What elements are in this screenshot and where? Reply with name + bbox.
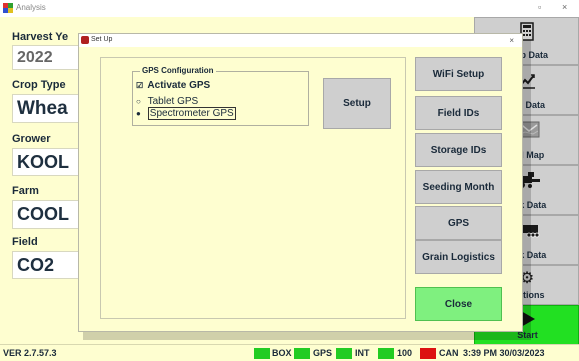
- window-title: Analysis: [16, 3, 46, 12]
- seeding-month-button[interactable]: Seeding Month: [415, 170, 502, 204]
- minimize-icon[interactable]: ▫: [538, 2, 541, 12]
- dialog-content-panel: GPS Configuration ☑ Activate GPS ○ Table…: [100, 57, 406, 319]
- window-close-icon[interactable]: ×: [562, 2, 567, 12]
- gps-button[interactable]: GPS: [415, 206, 502, 240]
- progress-indicator: [378, 348, 394, 359]
- checkbox-checked-icon: ☑: [136, 81, 144, 90]
- can-label: CAN: [439, 348, 459, 358]
- field-label: Field: [12, 236, 38, 248]
- app-icon: [3, 3, 13, 13]
- radio-selected-icon: ●: [136, 109, 141, 118]
- gps-setup-button[interactable]: Setup: [323, 78, 391, 129]
- close-button[interactable]: Close: [415, 287, 502, 321]
- crop-type-label: Crop Type: [12, 79, 66, 91]
- gps-config-legend: GPS Configuration: [140, 66, 216, 75]
- radio-unselected-icon: ○: [136, 97, 141, 106]
- can-indicator: [420, 348, 436, 359]
- gps-label: GPS: [313, 348, 333, 358]
- int-label: INT: [355, 348, 370, 358]
- status-bar: VER 2.7.57.3 BOX GPS INT 100 CAN 3:39 PM…: [0, 344, 579, 361]
- box-indicator: [254, 348, 270, 359]
- gps-indicator: [294, 348, 310, 359]
- datetime-text: 3:39 PM 30/03/2023: [463, 348, 545, 358]
- setup-dialog: Set Up × GPS Configuration ☑ Activate GP…: [78, 33, 523, 332]
- box-label: BOX: [272, 348, 292, 358]
- spectrometer-gps-radio[interactable]: ● Spectrometer GPS: [136, 107, 236, 120]
- progress-label: 100: [397, 348, 413, 358]
- field-ids-button[interactable]: Field IDs: [415, 96, 502, 130]
- grower-label: Grower: [12, 133, 51, 145]
- spectrometer-gps-label: Spectrometer GPS: [147, 107, 236, 120]
- farm-label: Farm: [12, 185, 39, 197]
- dialog-title: Set Up: [91, 36, 113, 43]
- window-titlebar: Analysis ▫ ×: [0, 0, 579, 17]
- dialog-titlebar: Set Up ×: [79, 34, 522, 47]
- activate-gps-checkbox[interactable]: ☑ Activate GPS: [136, 80, 210, 91]
- dialog-app-icon: [81, 36, 89, 44]
- storage-ids-button[interactable]: Storage IDs: [415, 133, 502, 167]
- tablet-gps-label: Tablet GPS: [147, 96, 199, 107]
- int-indicator: [336, 348, 352, 359]
- dialog-close-icon[interactable]: ×: [509, 36, 514, 45]
- version-text: VER 2.7.57.3: [3, 348, 57, 358]
- tablet-gps-radio[interactable]: ○ Tablet GPS: [136, 96, 198, 107]
- harvest-year-label: Harvest Ye: [12, 31, 69, 43]
- grain-logistics-button[interactable]: Grain Logistics: [415, 240, 502, 274]
- gps-config-group: GPS Configuration ☑ Activate GPS ○ Table…: [132, 66, 309, 126]
- wifi-setup-button[interactable]: WiFi Setup: [415, 57, 502, 91]
- activate-gps-label: Activate GPS: [147, 80, 211, 91]
